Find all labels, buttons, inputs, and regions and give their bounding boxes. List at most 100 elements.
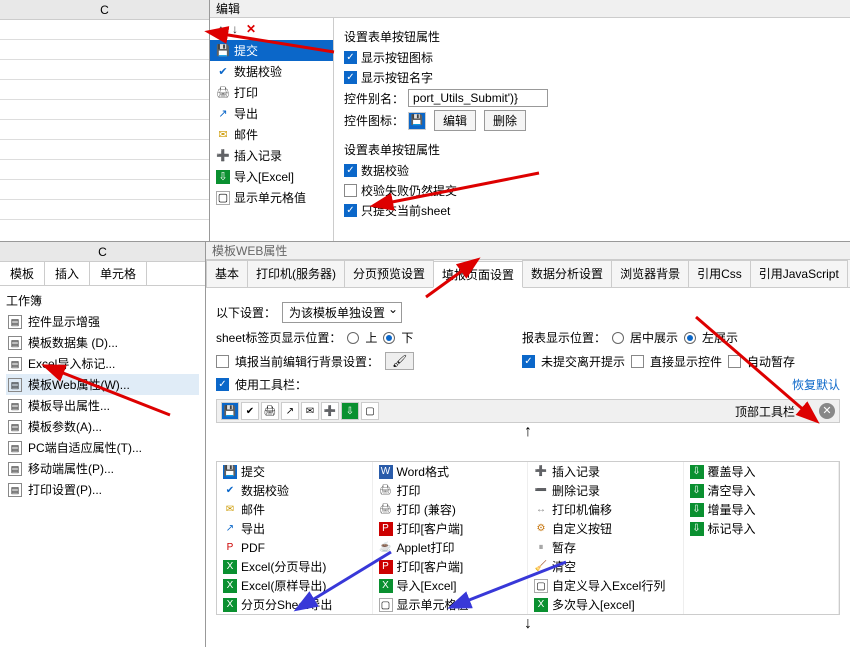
label-use-toolbar: 使用工具栏：: [235, 376, 307, 393]
save-icon: 💾: [223, 465, 237, 479]
column-header-c[interactable]: C: [0, 0, 209, 20]
side-tab[interactable]: 插入: [45, 262, 90, 285]
available-button-item[interactable]: X分页分Sheet导出: [217, 595, 373, 614]
radio-bottom[interactable]: [383, 332, 395, 344]
available-button-item[interactable]: ▢自定义导入Excel行列: [528, 576, 684, 595]
properties-tab[interactable]: 基本: [206, 260, 248, 287]
available-button-label: 数据校验: [241, 482, 289, 499]
move-down-icon[interactable]: [232, 22, 238, 36]
list-item-label: 导出: [234, 105, 258, 122]
workbook-menu-item[interactable]: ▤模板数据集 (D)...: [6, 332, 199, 353]
button-list: 💾提交✔数据校验🖨打印↗导出✉邮件➕插入记录⇩导入[Excel]▢显示单元格值: [210, 18, 334, 241]
available-button-item[interactable]: ↔打印机偏移: [528, 500, 684, 519]
available-button-item[interactable]: XExcel(分页导出): [217, 557, 373, 576]
checkbox-show-icon[interactable]: [344, 51, 357, 64]
delete-icon[interactable]: [246, 22, 256, 36]
available-button-item[interactable]: ⇩增量导入: [684, 500, 840, 519]
available-button-item[interactable]: ☕Applet打印: [373, 538, 529, 557]
workbook-menu-item[interactable]: ▤模板参数(A)...: [6, 416, 199, 437]
tb-export-icon[interactable]: ↗: [281, 402, 299, 420]
available-button-item[interactable]: WWord格式: [373, 462, 529, 481]
available-button-item[interactable]: ▢显示单元格值: [373, 595, 529, 614]
button-list-item[interactable]: ⇩导入[Excel]: [210, 166, 333, 187]
available-button-label: 导出: [241, 520, 265, 537]
properties-tab[interactable]: 引用Css: [688, 260, 751, 287]
workbook-menu-item[interactable]: ▤打印设置(P)...: [6, 479, 199, 500]
available-button-item[interactable]: ➖删除记录: [528, 481, 684, 500]
checkbox-show-widget[interactable]: [631, 355, 644, 368]
checkbox-bg-edit[interactable]: [216, 355, 229, 368]
properties-tab[interactable]: 分页预览设置: [344, 260, 434, 287]
workbook-menu-item[interactable]: ▤控件显示增强: [6, 311, 199, 332]
properties-tab[interactable]: 引用JavaScript: [750, 260, 848, 287]
properties-tab[interactable]: 数据分析设置: [522, 260, 612, 287]
column-header-c-2[interactable]: C: [0, 242, 205, 262]
radio-left[interactable]: [684, 332, 696, 344]
checkbox-auto-pause[interactable]: [728, 355, 741, 368]
button-list-item[interactable]: ↗导出: [210, 103, 333, 124]
available-button-item[interactable]: 🖨打印: [373, 481, 529, 500]
available-button-item[interactable]: ⚙自定义按钮: [528, 519, 684, 538]
properties-tab[interactable]: 打印机(服务器): [247, 260, 345, 287]
edit-icon-button[interactable]: 编辑: [434, 110, 476, 131]
checkbox-data-validate[interactable]: [344, 164, 357, 177]
properties-tab[interactable]: 浏览器背景: [611, 260, 689, 287]
tb-import-icon[interactable]: ⇩: [341, 402, 359, 420]
close-icon[interactable]: ×: [835, 0, 844, 2]
workbook-menu-item[interactable]: ▤PC端自适应属性(T)...: [6, 437, 199, 458]
remove-toolbar-icon[interactable]: ✕: [819, 403, 835, 419]
available-button-item[interactable]: XExcel(原样导出): [217, 576, 373, 595]
properties-tab[interactable]: 填报页面设置: [433, 261, 523, 288]
checkbox-use-toolbar[interactable]: [216, 378, 229, 391]
workbook-menu-item[interactable]: ▤模板导出属性...: [6, 395, 199, 416]
tb-cell-icon[interactable]: ▢: [361, 402, 379, 420]
restore-default-link[interactable]: 恢复默认: [792, 376, 840, 393]
available-button-item[interactable]: ⇩清空导入: [684, 481, 840, 500]
side-tab[interactable]: 单元格: [90, 262, 147, 285]
available-button-item[interactable]: ⇩标记导入: [684, 519, 840, 538]
available-button-item[interactable]: ✔数据校验: [217, 481, 373, 500]
available-button-item[interactable]: PPDF: [217, 538, 373, 557]
button-list-item[interactable]: ✉邮件: [210, 124, 333, 145]
button-list-item[interactable]: 💾提交: [210, 40, 333, 61]
tb-mail-icon[interactable]: ✉: [301, 402, 319, 420]
available-button-item[interactable]: ⏸暂存: [528, 538, 684, 557]
workbook-menu-item[interactable]: ▤模板Web属性(W)...: [6, 374, 199, 395]
tb-print-icon[interactable]: 🖨: [261, 402, 279, 420]
tb-validate-icon[interactable]: ✔: [241, 402, 259, 420]
available-button-item[interactable]: ⇩覆盖导入: [684, 462, 840, 481]
checkbox-exit-prompt[interactable]: [522, 355, 535, 368]
gear-icon[interactable]: ⚙: [799, 403, 815, 419]
button-list-item[interactable]: ➕插入记录: [210, 145, 333, 166]
tb-insert-icon[interactable]: ➕: [321, 402, 339, 420]
available-button-item: [684, 595, 840, 614]
pdf2-icon: P: [379, 560, 393, 574]
button-list-item[interactable]: 🖨打印: [210, 82, 333, 103]
move-up-icon[interactable]: [218, 22, 224, 36]
radio-top[interactable]: [347, 332, 359, 344]
radio-center[interactable]: [612, 332, 624, 344]
available-button-item[interactable]: ➕插入记录: [528, 462, 684, 481]
available-button-item[interactable]: P打印[客户端]: [373, 557, 529, 576]
tb-save-icon[interactable]: 💾: [221, 402, 239, 420]
available-button-item[interactable]: 🖨打印 (兼容): [373, 500, 529, 519]
workbook-menu-item[interactable]: ▤Excel导入标记...: [6, 353, 199, 374]
button-list-item[interactable]: ✔数据校验: [210, 61, 333, 82]
available-button-item[interactable]: P打印[客户端]: [373, 519, 529, 538]
setting-scope-dropdown[interactable]: 为该模板单独设置: [282, 302, 402, 323]
bg-color-button[interactable]: 🖌: [385, 352, 414, 370]
available-button-item[interactable]: X多次导入[excel]: [528, 595, 684, 614]
side-tab[interactable]: 模板: [0, 262, 45, 285]
available-button-item[interactable]: ✉邮件: [217, 500, 373, 519]
available-button-item[interactable]: X导入[Excel]: [373, 576, 529, 595]
checkbox-current-sheet[interactable]: [344, 204, 357, 217]
available-button-item[interactable]: 💾提交: [217, 462, 373, 481]
delete-icon-button[interactable]: 删除: [484, 110, 526, 131]
available-button-item[interactable]: 🧹清空: [528, 557, 684, 576]
button-list-item[interactable]: ▢显示单元格值: [210, 187, 333, 208]
workbook-menu-item[interactable]: ▤移动端属性(P)...: [6, 458, 199, 479]
checkbox-show-name[interactable]: [344, 71, 357, 84]
alias-input[interactable]: port_Utils_Submit')}: [408, 89, 548, 107]
available-button-item[interactable]: ↗导出: [217, 519, 373, 538]
checkbox-fail-submit[interactable]: [344, 184, 357, 197]
